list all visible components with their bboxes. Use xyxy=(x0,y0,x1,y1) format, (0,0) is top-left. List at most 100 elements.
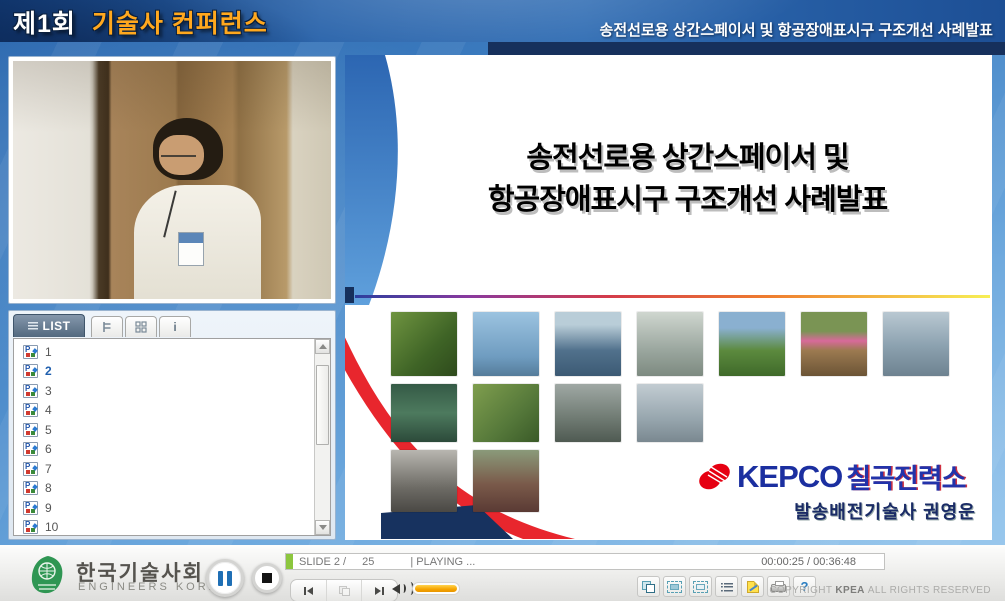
slide-photo xyxy=(473,312,539,376)
speaker-icon xyxy=(392,584,400,594)
volume-slider[interactable] xyxy=(412,582,460,595)
list-item-label: 10 xyxy=(45,520,58,534)
scroll-down-icon[interactable] xyxy=(315,520,330,535)
tab-list[interactable]: LIST xyxy=(13,314,85,337)
playback-state: | PLAYING ... xyxy=(410,556,475,568)
photo-row xyxy=(391,312,949,376)
slide-list-items: 1 2 3 4 5 6 7 8 9 10 xyxy=(14,339,313,535)
volume-fill xyxy=(415,585,457,592)
list-scrollbar[interactable] xyxy=(314,339,330,535)
slide-photo xyxy=(555,384,621,442)
event-number: 제1회 xyxy=(13,10,76,38)
copyright: COPYRIGHTKPEAALL RIGHTS RESERVED xyxy=(769,585,991,596)
list-item-label: 7 xyxy=(45,462,52,476)
slide-file-icon xyxy=(23,403,38,417)
list-item-label: 9 xyxy=(45,501,52,515)
presentation-title: 송전선로용 상간스페이서 및 항공장애표시구 구조개선 사례발표 xyxy=(600,19,993,40)
slide-title: 송전선로용 상간스페이서 및 항공장애표시구 구조개선 사례발표 xyxy=(415,137,960,221)
list-item[interactable]: 6 xyxy=(14,440,313,460)
scroll-up-icon[interactable] xyxy=(315,339,330,354)
swap-view-button[interactable] xyxy=(637,576,660,597)
video-player[interactable] xyxy=(13,61,331,299)
prev-slide-icon xyxy=(304,587,306,595)
list-item-label: 2 xyxy=(45,364,52,378)
video-fullscreen-icon xyxy=(667,581,682,593)
slide-photo xyxy=(883,312,949,376)
slide-photo xyxy=(391,450,457,512)
kpea-logo xyxy=(30,555,66,595)
tab-list-label: LIST xyxy=(43,319,71,333)
pause-icon xyxy=(227,571,232,586)
slide-file-icon xyxy=(23,462,38,476)
video-panel xyxy=(8,56,336,304)
slide-list-panel: LIST i 1 2 3 4 xyxy=(8,310,336,540)
copyright-org: KPEA xyxy=(835,585,864,596)
next-slide-icon xyxy=(375,587,381,595)
list-item[interactable]: 1 xyxy=(14,342,313,362)
tab-thumbnails[interactable] xyxy=(125,316,157,337)
slide-title-line2: 항공장애표시구 구조개선 사례발표 xyxy=(415,179,960,221)
slide-photo xyxy=(473,384,539,442)
slide-file-icon xyxy=(23,384,38,398)
slide-total: 25 xyxy=(362,556,374,568)
list-item-selected[interactable]: 2 xyxy=(14,362,313,382)
tab-outline[interactable] xyxy=(91,316,123,337)
list-item-label: 1 xyxy=(45,345,52,359)
slide-nav-control xyxy=(290,579,398,601)
presenter-glasses xyxy=(161,149,196,157)
pause-button[interactable] xyxy=(206,559,244,597)
slide-list: 1 2 3 4 5 6 7 8 9 10 xyxy=(13,338,331,536)
slide-file-icon xyxy=(23,345,38,359)
video-fullscreen-button[interactable] xyxy=(663,576,686,597)
copyright-prefix: COPYRIGHT xyxy=(769,585,832,596)
playing-indicator xyxy=(286,554,293,569)
slide-viewer: 송전선로용 상간스페이서 및 항공장애표시구 구조개선 사례발표 xyxy=(345,55,992,540)
kepco-branch-name: 칠곡전력소 xyxy=(846,457,965,496)
list-item[interactable]: 7 xyxy=(14,459,313,479)
presenter-badge xyxy=(178,232,203,265)
slide-counter: SLIDE 2 / xyxy=(299,556,346,568)
photo-row xyxy=(391,384,949,442)
list-item-label: 6 xyxy=(45,442,52,456)
list-item[interactable]: 3 xyxy=(14,381,313,401)
header-accent-strip xyxy=(488,42,1005,55)
slide-title-line1: 송전선로용 상간스페이서 및 xyxy=(415,137,960,179)
repeat-button[interactable] xyxy=(326,580,362,601)
slide-photo xyxy=(555,312,621,376)
list-item-label: 4 xyxy=(45,403,52,417)
list-item[interactable]: 10 xyxy=(14,518,313,536)
slide-photo xyxy=(801,312,867,376)
slide-photo xyxy=(391,312,457,376)
slide-file-icon xyxy=(23,501,38,515)
list-item[interactable]: 4 xyxy=(14,401,313,421)
speaker-button[interactable] xyxy=(392,582,414,595)
slide-fullscreen-icon xyxy=(693,581,708,593)
slide-file-icon xyxy=(23,442,38,456)
status-bar: SLIDE 2 / 25 | PLAYING ... 00:00:25 / 00… xyxy=(285,553,885,570)
note-button[interactable] xyxy=(741,576,764,597)
kepco-logo: KEPCO 칠곡전력소 xyxy=(697,457,965,496)
event-title: 제1회 기술사 컨퍼런스 xyxy=(13,4,268,40)
control-bar: 한국기술사회 ENGINEERS KOREA SLIDE 2 / 25 | PL… xyxy=(0,545,1005,601)
prev-slide-button[interactable] xyxy=(291,580,326,601)
list-item[interactable]: 5 xyxy=(14,420,313,440)
slide-divider-line xyxy=(355,295,990,298)
list-view-button[interactable] xyxy=(715,576,738,597)
stop-button[interactable] xyxy=(252,563,282,593)
slide-file-icon xyxy=(23,481,38,495)
list-item[interactable]: 9 xyxy=(14,498,313,518)
player-window: 제1회 기술사 컨퍼런스 송전선로용 상간스페이서 및 항공장애표시구 구조개선… xyxy=(0,0,1005,601)
kepco-wordmark: KEPCO xyxy=(737,459,842,495)
list-view-icon xyxy=(721,582,733,592)
list-item[interactable]: 8 xyxy=(14,479,313,499)
outline-icon xyxy=(101,321,113,333)
tab-info[interactable]: i xyxy=(159,316,191,337)
slide-file-icon xyxy=(23,423,38,437)
list-icon xyxy=(28,322,38,330)
list-item-label: 3 xyxy=(45,384,52,398)
slide-fullscreen-button[interactable] xyxy=(689,576,712,597)
slide-photo xyxy=(719,312,785,376)
note-icon xyxy=(747,581,759,593)
stop-icon xyxy=(262,573,272,583)
scrollbar-thumb[interactable] xyxy=(316,365,329,445)
